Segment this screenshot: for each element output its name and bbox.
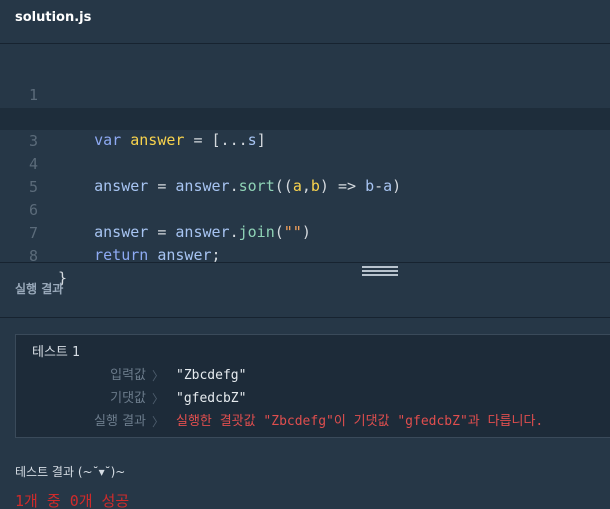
result-error-message: 실행한 결괏값 "Zbcdefg"이 기댓값 "gfedcbZ"과 다릅니다. (176, 414, 544, 429)
result-label: 실행 결과 (94, 414, 146, 429)
expected-value: "gfedcbZ" (176, 391, 247, 406)
chevron-right-icon: 〉 (152, 369, 165, 383)
file-name-tab[interactable]: solution.js (15, 10, 91, 25)
expected-label: 기댓값 (110, 391, 146, 406)
test-summary-count: 1개 중 0개 성공 (15, 492, 130, 509)
result-output: 테스트 1 입력값 〉 "Zbcdefg" 기댓값 〉 "gfedcbZ" 실행… (0, 318, 610, 509)
editor-header: solution.js (0, 0, 610, 44)
input-label: 입력값 (110, 368, 146, 383)
code-line[interactable]: 4 answer = answer.sort((a,b) => b-a) (0, 131, 610, 195)
chevron-right-icon: 〉 (152, 415, 165, 429)
code-editor[interactable]: 1 function solution(s) { 2 var answer = … (0, 44, 610, 287)
result-panel-header: 실행 결과 (0, 263, 610, 318)
code-line-active[interactable]: 3 (0, 108, 610, 150)
test-case-title: 테스트 1 (32, 345, 80, 360)
app-window: solution.js 1 function solution(s) { 2 v… (0, 0, 610, 509)
code-line[interactable]: 5 (0, 154, 610, 196)
chevron-right-icon: 〉 (152, 392, 165, 406)
code-line[interactable]: 2 var answer = [...s] (0, 85, 610, 149)
input-value: "Zbcdefg" (176, 368, 247, 383)
code-line[interactable]: 1 function solution(s) { (0, 62, 610, 126)
test-summary-label: 테스트 결과 (~˘▾˘)~ (15, 465, 126, 479)
code-line[interactable]: 7 return answer; (0, 200, 610, 264)
result-panel-title: 실행 결과 (15, 282, 64, 296)
test-case-box: 테스트 1 입력값 〉 "Zbcdefg" 기댓값 〉 "gfedcbZ" 실행… (15, 334, 610, 438)
code-line[interactable]: 8 } (0, 223, 610, 287)
code-line[interactable]: 6 answer = answer.join("") (0, 177, 610, 241)
